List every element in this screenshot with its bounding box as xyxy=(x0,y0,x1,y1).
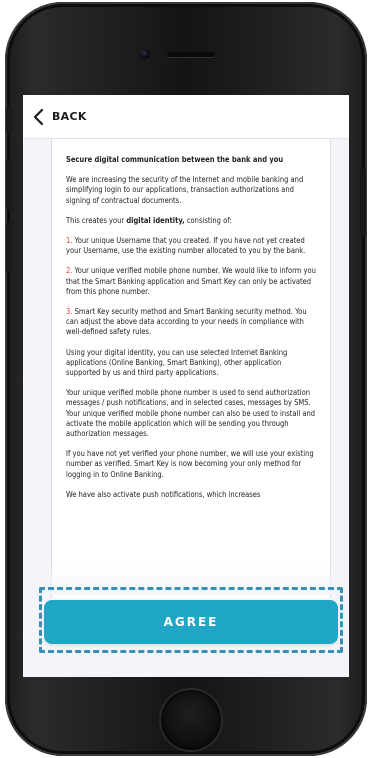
earpiece-speaker xyxy=(167,52,215,57)
home-button[interactable] xyxy=(161,690,221,750)
list-item: 2. Your unique verified mobile phone num… xyxy=(66,266,316,296)
volume-up-button xyxy=(6,160,12,210)
back-button[interactable]: BACK xyxy=(32,108,87,126)
app-screen: BACK Secure digital communication betwee… xyxy=(23,95,349,677)
list-item: 1. Your unique Username that you created… xyxy=(66,236,306,256)
agree-button[interactable]: AGREE xyxy=(44,600,338,644)
not-verified-paragraph: If you have not yet verified your phone … xyxy=(66,449,314,479)
usage-paragraph: Using your digital identity, you can use… xyxy=(66,347,288,378)
power-button xyxy=(360,167,366,237)
chevron-left-icon xyxy=(33,108,44,125)
volume-down-button xyxy=(6,222,12,272)
mute-switch xyxy=(6,107,12,133)
phone-paragraph: Your unique verified mobile phone number… xyxy=(66,388,316,439)
back-label: BACK xyxy=(52,110,87,123)
identity-highlight: digital identity, xyxy=(126,215,185,225)
document-intro: We are increasing the security of the In… xyxy=(66,175,304,205)
front-camera xyxy=(140,49,150,59)
push-paragraph: We have also activate push notifications… xyxy=(66,489,261,499)
list-item: 3. Smart Key security method and Smart B… xyxy=(66,307,307,337)
identity-paragraph: This creates your digital identity, cons… xyxy=(66,215,232,225)
terms-document[interactable]: Secure digital communication between the… xyxy=(51,138,331,598)
top-bar: BACK xyxy=(23,95,349,139)
agree-label: AGREE xyxy=(163,615,219,629)
document-title: Secure digital communication between the… xyxy=(66,155,284,164)
